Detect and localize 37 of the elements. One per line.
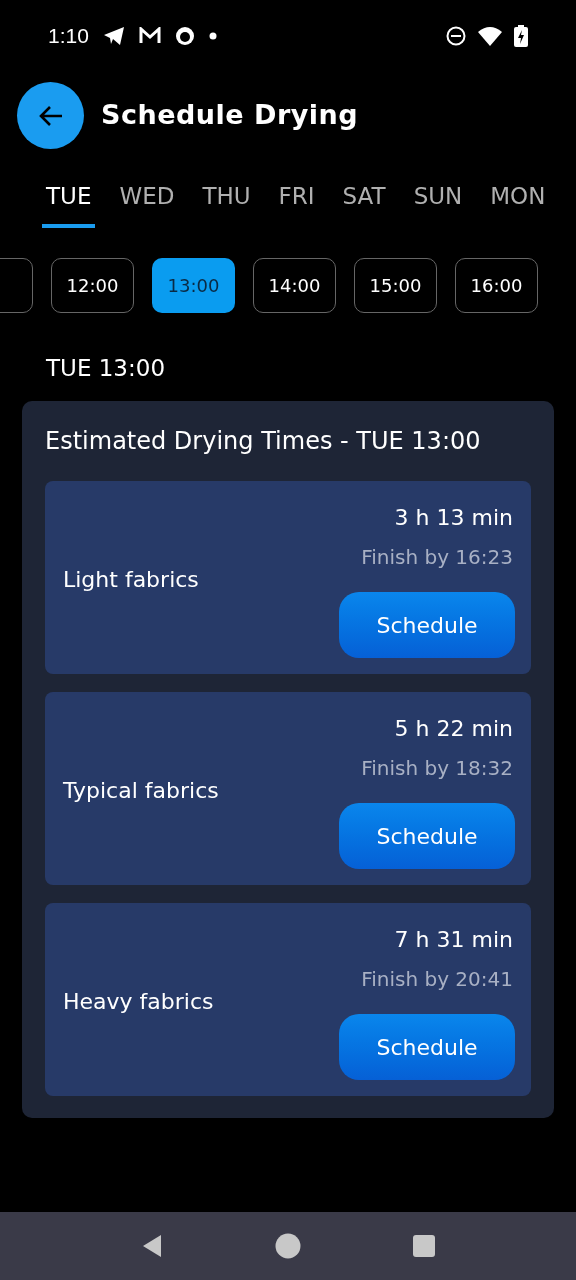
back-icon[interactable]	[141, 1234, 163, 1258]
wifi-icon	[478, 26, 502, 46]
selected-slot-label: TUE 13:00	[46, 353, 166, 383]
day-tab[interactable]: WED	[115, 179, 179, 228]
schedule-button[interactable]: Schedule	[339, 592, 515, 658]
estimates-title: Estimated Drying Times - TUE 13:00	[45, 426, 482, 457]
day-tab[interactable]: THU	[198, 179, 255, 228]
day-tab[interactable]: MON	[486, 179, 550, 228]
fabric-name: Typical fabrics	[63, 777, 219, 805]
time-chip[interactable]: 14:00	[253, 257, 336, 313]
time-chip[interactable]: 13:00	[152, 257, 235, 313]
day-tab[interactable]: TUE	[42, 179, 96, 228]
dot-icon	[208, 32, 217, 40]
drying-duration: 5 h 22 min	[394, 715, 513, 743]
time-chip[interactable]: 12:00	[51, 257, 134, 313]
mail-icon	[138, 27, 161, 45]
drying-duration: 7 h 31 min	[394, 926, 513, 954]
back-arrow-icon	[37, 104, 64, 127]
day-tab[interactable]: SAT	[338, 179, 390, 228]
day-tab[interactable]: FRI	[274, 179, 319, 228]
paper-plane-icon	[102, 26, 125, 46]
day-tab[interactable]: SUN	[409, 179, 467, 228]
do-not-disturb-icon	[446, 26, 466, 46]
finish-time: Finish by 18:32	[361, 755, 513, 782]
fabric-name: Light fabrics	[63, 566, 199, 594]
schedule-button[interactable]: Schedule	[339, 803, 515, 869]
schedule-button[interactable]: Schedule	[339, 1014, 515, 1080]
home-icon[interactable]	[275, 1233, 301, 1259]
fabric-name: Heavy fabrics	[63, 988, 214, 1016]
drying-duration: 3 h 13 min	[394, 504, 513, 532]
time-chip[interactable]: 15:00	[354, 257, 437, 313]
status-time: 1:10	[48, 23, 89, 50]
time-chip[interactable]: 16:00	[455, 257, 538, 313]
finish-time: Finish by 16:23	[361, 544, 513, 571]
page-title: Schedule Drying	[101, 98, 359, 133]
battery-icon	[514, 25, 528, 47]
finish-time: Finish by 20:41	[361, 966, 513, 993]
